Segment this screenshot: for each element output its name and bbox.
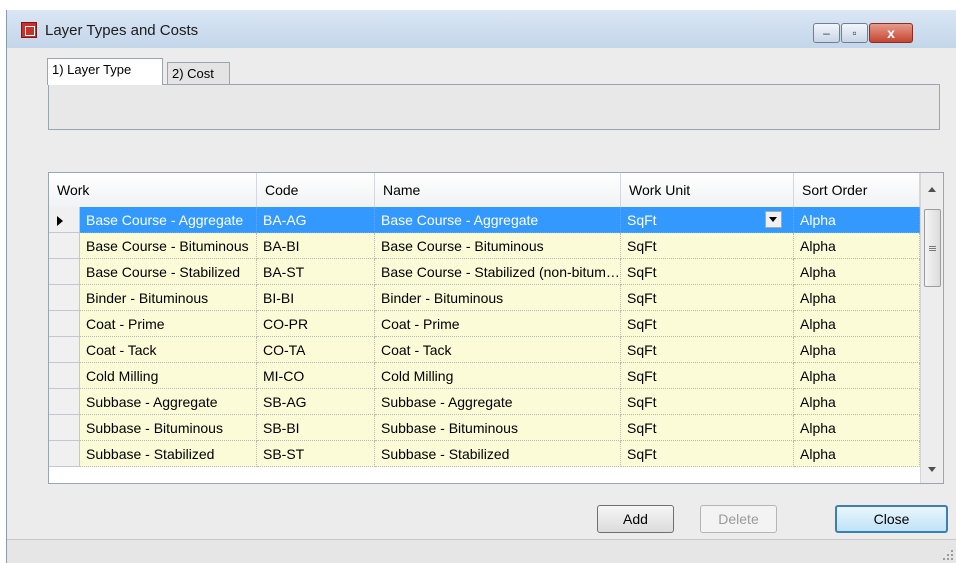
tab-layer-type[interactable]: 1) Layer Type — [47, 58, 163, 85]
add-button[interactable]: Add — [597, 505, 674, 533]
cell-work-unit[interactable]: SqFt — [621, 259, 794, 285]
cell-sort-order[interactable]: Alpha — [794, 259, 920, 285]
table-row[interactable]: Coat - Prime CO-PR Coat - Prime SqFt Alpha — [49, 311, 920, 337]
cell-work[interactable]: Coat - Tack — [80, 337, 257, 363]
app-icon — [21, 22, 37, 38]
cell-work[interactable]: Cold Milling — [80, 363, 257, 389]
table-row[interactable]: Base Course - Bituminous BA-BI Base Course… — [49, 233, 920, 259]
resize-grip-icon[interactable] — [943, 550, 953, 560]
vertical-scrollbar[interactable] — [920, 173, 943, 483]
scroll-up-arrow-icon[interactable] — [928, 187, 936, 192]
table-row[interactable]: Base Course - Stabilized BA-ST Base Course… — [49, 259, 920, 285]
cell-code[interactable]: BA-AG — [257, 207, 375, 233]
row-header[interactable] — [49, 207, 80, 233]
cell-work[interactable]: Subbase - Stabilized — [80, 441, 257, 467]
cell-name[interactable]: Coat - Tack — [375, 337, 621, 363]
cell-work-unit[interactable]: SqFt — [621, 363, 794, 389]
row-header[interactable] — [49, 259, 80, 285]
cell-code[interactable]: BA-BI — [257, 233, 375, 259]
cell-code[interactable]: SB-BI — [257, 415, 375, 441]
table-row[interactable]: Subbase - Bituminous SB-BI Subbase - Bitum… — [49, 415, 920, 441]
cell-sort-order[interactable]: Alpha — [794, 285, 920, 311]
layer-types-grid[interactable]: Work Code Name Work Unit Sort Order Base… — [48, 172, 944, 484]
table-row[interactable]: Subbase - Aggregate SB-AG Subbase - Aggreg… — [49, 389, 920, 415]
table-row[interactable]: Cold Milling MI-CO Cold Milling SqFt Alpha — [49, 363, 920, 389]
cell-sort-order[interactable]: Alpha — [794, 441, 920, 467]
cell-name[interactable]: Base Course - Stabilized (non-bituminous… — [375, 259, 621, 285]
scroll-thumb[interactable] — [924, 209, 941, 287]
maximize-button[interactable]: ▫ — [841, 23, 868, 43]
title-bar[interactable]: Layer Types and Costs – ▫ x — [7, 10, 956, 48]
column-header-work-unit[interactable]: Work Unit — [621, 173, 794, 207]
cell-sort-order[interactable]: Alpha — [794, 415, 920, 441]
cell-name[interactable]: Base Course - Aggregate — [375, 207, 621, 233]
cell-work-unit[interactable]: SqFt — [621, 311, 794, 337]
cell-name[interactable]: Binder - Bituminous — [375, 285, 621, 311]
cell-work[interactable]: Coat - Prime — [80, 311, 257, 337]
cell-work[interactable]: Subbase - Aggregate — [80, 389, 257, 415]
column-header-name[interactable]: Name — [375, 173, 621, 207]
cell-sort-order[interactable]: Alpha — [794, 233, 920, 259]
cell-work-unit[interactable]: SqFt — [621, 207, 794, 233]
cell-work[interactable]: Base Course - Stabilized — [80, 259, 257, 285]
current-row-arrow-icon — [57, 216, 63, 226]
scroll-down-arrow-icon[interactable] — [928, 467, 936, 472]
cell-code[interactable]: CO-PR — [257, 311, 375, 337]
cell-sort-order[interactable]: Alpha — [794, 311, 920, 337]
cell-work-unit[interactable]: SqFt — [621, 389, 794, 415]
cell-work[interactable]: Subbase - Bituminous — [80, 415, 257, 441]
row-header[interactable] — [49, 363, 80, 389]
row-header[interactable] — [49, 233, 80, 259]
cell-code[interactable]: SB-AG — [257, 389, 375, 415]
cell-work-unit[interactable]: SqFt — [621, 233, 794, 259]
cell-code[interactable]: BI-BI — [257, 285, 375, 311]
table-row[interactable]: Coat - Tack CO-TA Coat - Tack SqFt Alpha — [49, 337, 920, 363]
cell-name[interactable]: Subbase - Bituminous — [375, 415, 621, 441]
status-bar — [7, 539, 956, 563]
row-header[interactable] — [49, 415, 80, 441]
cell-code[interactable]: MI-CO — [257, 363, 375, 389]
dialog-window: Layer Types and Costs – ▫ x 1) Layer Typ… — [6, 10, 956, 563]
delete-button[interactable]: Delete — [700, 505, 777, 533]
table-row[interactable]: Subbase - Stabilized SB-ST Subbase - Stabi… — [49, 441, 920, 467]
cell-code[interactable]: SB-ST — [257, 441, 375, 467]
table-row[interactable]: Base Course - Aggregate BA-AG Base Course … — [49, 207, 920, 233]
cell-code[interactable]: BA-ST — [257, 259, 375, 285]
row-header[interactable] — [49, 285, 80, 311]
cell-work-unit[interactable]: SqFt — [621, 285, 794, 311]
cell-name[interactable]: Cold Milling — [375, 363, 621, 389]
cell-code[interactable]: CO-TA — [257, 337, 375, 363]
cell-work[interactable]: Binder - Bituminous — [80, 285, 257, 311]
column-header-sort-order[interactable]: Sort Order — [794, 173, 920, 207]
cell-work[interactable]: Base Course - Aggregate — [80, 207, 257, 233]
column-header-code[interactable]: Code — [257, 173, 375, 207]
row-header[interactable] — [49, 441, 80, 467]
cell-name[interactable]: Subbase - Aggregate — [375, 389, 621, 415]
row-header[interactable] — [49, 389, 80, 415]
tab-cost[interactable]: 2) Cost — [167, 62, 230, 86]
close-window-button[interactable]: x — [869, 23, 913, 43]
cell-sort-order[interactable]: Alpha — [794, 337, 920, 363]
window-title: Layer Types and Costs — [45, 22, 199, 39]
table-row[interactable]: Binder - Bituminous BI-BI Binder - Bitumin… — [49, 285, 920, 311]
cell-name[interactable]: Subbase - Stabilized — [375, 441, 621, 467]
work-unit-dropdown-icon[interactable] — [765, 211, 782, 228]
grip-icon — [929, 246, 936, 247]
cell-work[interactable]: Base Course - Bituminous — [80, 233, 257, 259]
grid-header: Work Code Name Work Unit Sort Order — [49, 173, 920, 208]
cell-work-unit[interactable]: SqFt — [621, 337, 794, 363]
close-button[interactable]: Close — [835, 505, 948, 533]
row-header[interactable] — [49, 311, 80, 337]
column-header-work[interactable]: Work — [49, 173, 257, 207]
tab-panel — [48, 84, 940, 130]
row-header[interactable] — [49, 337, 80, 363]
cell-work-unit[interactable]: SqFt — [621, 415, 794, 441]
cell-sort-order[interactable]: Alpha — [794, 363, 920, 389]
cell-name[interactable]: Coat - Prime — [375, 311, 621, 337]
cell-name[interactable]: Base Course - Bituminous — [375, 233, 621, 259]
cell-work-unit[interactable]: SqFt — [621, 441, 794, 467]
cell-sort-order[interactable]: Alpha — [794, 389, 920, 415]
minimize-button[interactable]: – — [813, 23, 840, 43]
cell-sort-order[interactable]: Alpha — [794, 207, 920, 233]
